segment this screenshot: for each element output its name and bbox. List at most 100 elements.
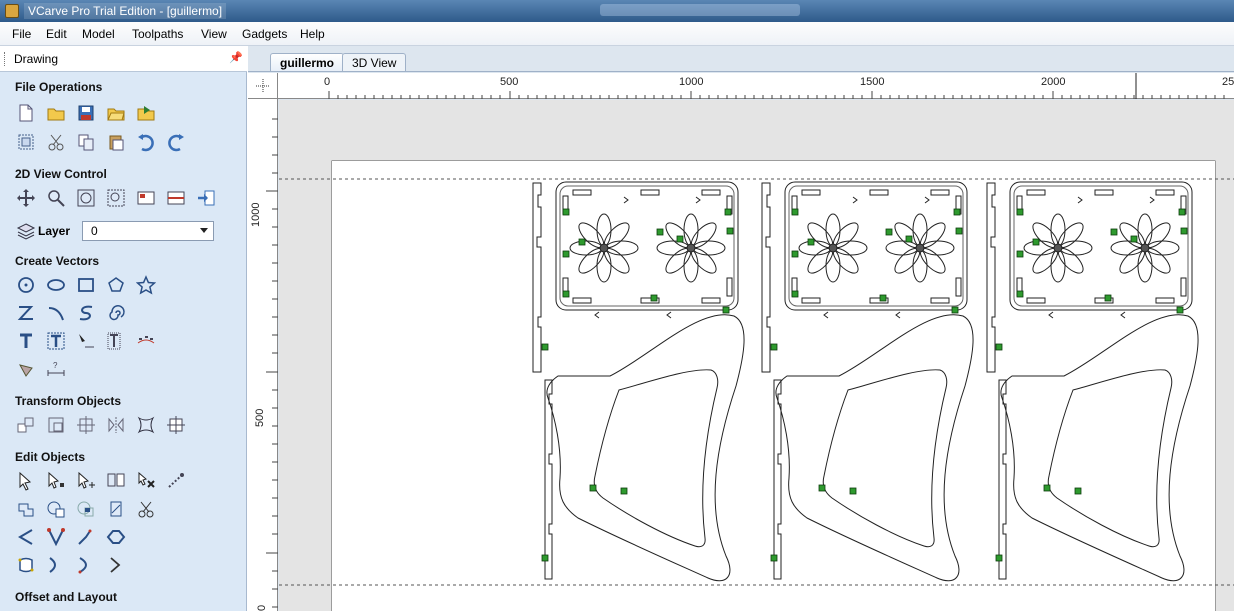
cut-icon[interactable] — [45, 131, 67, 153]
trim-vector-icon[interactable] — [75, 554, 97, 576]
spiral-icon[interactable] — [105, 302, 127, 324]
text-on-curve-icon[interactable] — [75, 330, 97, 352]
overlap-icon[interactable] — [105, 498, 127, 520]
align-center-icon[interactable] — [75, 414, 97, 436]
tab-guillermo[interactable]: guillermo — [270, 53, 345, 72]
section-2d-view-control: 2D View Control — [15, 167, 107, 181]
redo-icon[interactable] — [165, 131, 187, 153]
delete-icon[interactable] — [135, 470, 157, 492]
open-file-icon[interactable] — [45, 102, 67, 124]
join-closed-icon[interactable] — [45, 526, 67, 548]
ruler-label-2000: 2000 — [1041, 76, 1066, 88]
blurred-text — [600, 4, 800, 16]
view-table-icon[interactable] — [135, 187, 157, 209]
mirror-icon[interactable] — [105, 414, 127, 436]
text-frame-icon[interactable] — [45, 330, 67, 352]
menu-file[interactable]: File — [12, 27, 31, 41]
ruler-label-25: 25 — [1222, 76, 1234, 88]
move-icon[interactable] — [15, 414, 37, 436]
section-edit-objects: Edit Objects — [15, 450, 86, 464]
menu-help[interactable]: Help — [300, 27, 325, 41]
zoom-icon[interactable] — [45, 187, 67, 209]
import-icon[interactable] — [135, 102, 157, 124]
zoom-selection-icon[interactable] — [105, 187, 127, 209]
zoom-extents-icon[interactable] — [75, 187, 97, 209]
polyline-icon[interactable] — [15, 302, 37, 324]
join-open-icon[interactable] — [15, 526, 37, 548]
grip-handle[interactable] — [4, 52, 6, 66]
circle-icon[interactable] — [15, 274, 37, 296]
workspace: guillermo 3D View 0 500 1000 1500 2000 2… — [248, 46, 1234, 611]
panel-title: Drawing — [14, 52, 59, 66]
job-setup-icon[interactable] — [15, 131, 37, 153]
curve-icon[interactable] — [75, 302, 97, 324]
menu-model[interactable]: Model — [82, 27, 115, 41]
drawing-canvas[interactable] — [279, 100, 1234, 611]
center-icon[interactable] — [165, 414, 187, 436]
weld-icon[interactable] — [15, 498, 37, 520]
rectangle-icon[interactable] — [75, 274, 97, 296]
smooth-icon[interactable] — [75, 526, 97, 548]
draw-tool-icon[interactable] — [15, 358, 37, 380]
close-vector-icon[interactable] — [105, 554, 127, 576]
section-transform-objects: Transform Objects — [15, 394, 122, 408]
ellipse-icon[interactable] — [45, 274, 67, 296]
ruler-label-1000: 1000 — [679, 76, 704, 88]
select-icon[interactable] — [15, 470, 37, 492]
align-icon[interactable] — [45, 414, 67, 436]
paste-icon[interactable] — [105, 131, 127, 153]
layers-icon[interactable] — [15, 220, 37, 242]
drawing-panel: Drawing 📌 File Operations 2D View Contro… — [0, 46, 247, 611]
open-folder-icon[interactable] — [105, 102, 127, 124]
layer-label: Layer — [38, 224, 71, 238]
menu-toolpaths[interactable]: Toolpaths — [132, 27, 183, 41]
ruler-corner — [248, 73, 278, 99]
vertical-ruler: 1000 500 0 — [248, 99, 278, 611]
pan-icon[interactable] — [15, 187, 37, 209]
transform-icon[interactable] — [75, 470, 97, 492]
drawing-svg[interactable] — [279, 100, 1234, 611]
chevron-down-icon — [200, 228, 208, 233]
layer-dropdown[interactable]: 0 — [82, 221, 214, 241]
star-icon[interactable] — [135, 274, 157, 296]
convert-icon[interactable] — [105, 526, 127, 548]
save-file-icon[interactable] — [75, 102, 97, 124]
section-offset-layout: Offset and Layout — [15, 590, 118, 604]
undo-icon[interactable] — [135, 131, 157, 153]
menu-view[interactable]: View — [201, 27, 227, 41]
ruler-label-500: 500 — [500, 76, 519, 88]
copy-icon[interactable] — [75, 131, 97, 153]
section-file-operations: File Operations — [15, 80, 103, 94]
title-bar: VCarve Pro Trial Edition - [guillermo] — [0, 0, 1234, 22]
distort-icon[interactable] — [135, 414, 157, 436]
tab-3d-view[interactable]: 3D View — [342, 53, 407, 72]
menu-gadgets[interactable]: Gadgets — [242, 27, 287, 41]
new-file-icon[interactable] — [15, 102, 37, 124]
text-arc-icon[interactable] — [105, 330, 127, 352]
app-icon — [5, 4, 19, 18]
arc-icon[interactable] — [45, 302, 67, 324]
menu-edit[interactable]: Edit — [46, 27, 67, 41]
intersect-icon[interactable] — [75, 498, 97, 520]
view-layers-icon[interactable] — [165, 187, 187, 209]
fillet-icon[interactable] — [15, 554, 37, 576]
text-icon[interactable] — [15, 330, 37, 352]
measure-icon[interactable] — [165, 470, 187, 492]
node-edit-icon[interactable] — [45, 470, 67, 492]
pin-icon[interactable]: 📌 — [229, 51, 243, 64]
dimension-icon[interactable]: ? — [45, 358, 67, 380]
ruler-label-v-1000: 1000 — [250, 202, 262, 227]
menu-bar: File Edit Model Toolpaths View Gadgets H… — [0, 22, 1234, 46]
switch-view-icon[interactable] — [195, 187, 217, 209]
polygon-icon[interactable] — [105, 274, 127, 296]
subtract-icon[interactable] — [45, 498, 67, 520]
extend-icon[interactable] — [45, 554, 67, 576]
interactive-icon[interactable] — [105, 470, 127, 492]
panel-header: Drawing 📌 — [0, 46, 247, 72]
layer-value: 0 — [91, 224, 98, 238]
trim-icon[interactable] — [135, 498, 157, 520]
text-on-path-icon[interactable] — [135, 330, 157, 352]
window-title: VCarve Pro Trial Edition - [guillermo] — [24, 3, 227, 19]
section-create-vectors: Create Vectors — [15, 254, 100, 268]
ruler-label-1500: 1500 — [860, 76, 885, 88]
